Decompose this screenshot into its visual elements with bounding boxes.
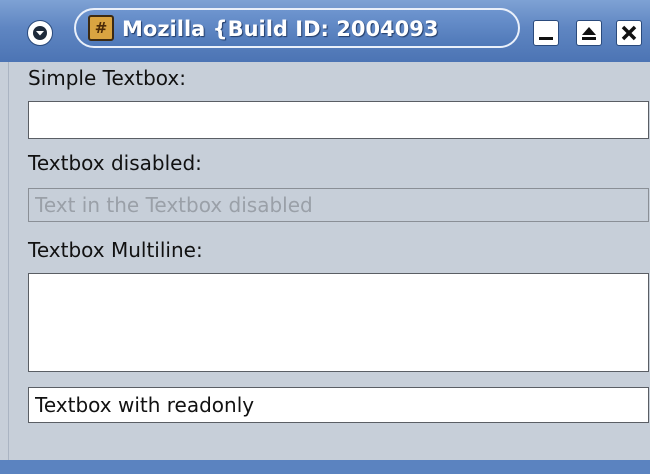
close-icon [621,25,637,41]
multiline-textbox-label: Textbox Multiline: [28,238,203,262]
window-title-pill: # Mozilla {Build ID: 2004093 [74,8,520,48]
minimize-icon [539,37,553,40]
simple-textbox-label: Simple Textbox: [28,66,186,90]
simple-textbox[interactable] [28,101,649,139]
maximize-icon [582,27,596,40]
window-content: Simple Textbox: Textbox disabled: Textbo… [8,62,650,460]
chevron-down-icon [33,26,47,40]
close-button[interactable] [616,20,642,46]
window-titlebar[interactable]: # Mozilla {Build ID: 2004093 [0,0,650,62]
multiline-textbox[interactable] [28,273,649,372]
minimize-button[interactable] [533,20,559,46]
disabled-textbox [28,188,649,222]
window-menu-button[interactable] [27,20,53,46]
maximize-button[interactable] [576,20,602,46]
readonly-textbox[interactable] [28,387,649,423]
window-bottom-border [0,460,650,474]
window-title: Mozilla {Build ID: 2004093 [122,17,439,41]
disabled-textbox-label: Textbox disabled: [28,151,202,175]
mozilla-app-icon: # [88,15,114,41]
